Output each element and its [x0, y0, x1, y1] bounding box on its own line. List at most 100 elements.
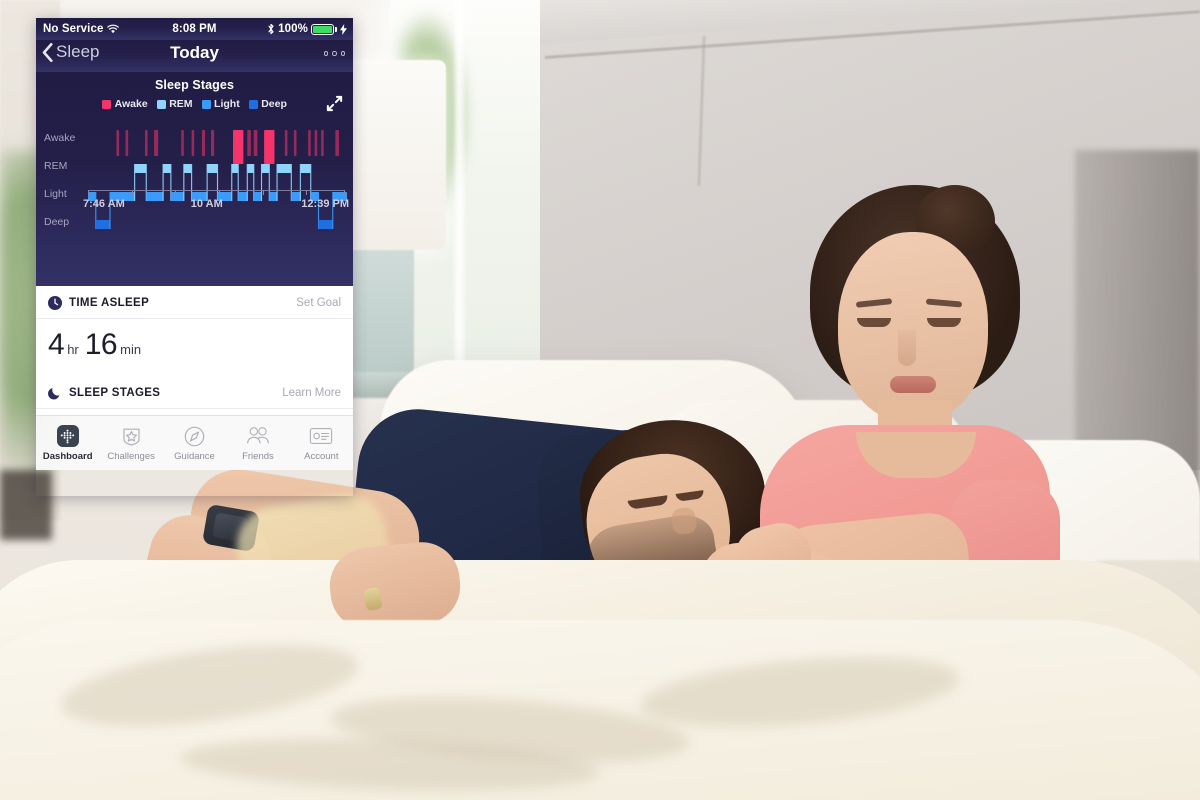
set-goal-link[interactable]: Set Goal	[296, 297, 341, 309]
awake-event	[144, 130, 148, 156]
stage-segment-rem	[134, 164, 147, 173]
nav-bar: Sleep Today	[36, 40, 353, 72]
y-tick-light: Light	[44, 188, 67, 200]
awake-event	[116, 130, 120, 156]
axis-tick	[343, 190, 345, 195]
battery-full-icon	[311, 23, 334, 35]
stage-segment-rem	[261, 164, 270, 173]
tab-label: Challenges	[107, 451, 155, 462]
tab-label: Guidance	[174, 451, 215, 462]
time-asleep-card: TIME ASLEEP Set Goal 4 hr 16 min	[36, 286, 353, 376]
tab-dashboard[interactable]: Dashboard	[36, 416, 99, 470]
tab-friends[interactable]: Friends	[226, 416, 289, 470]
stage-segment-deep	[95, 220, 111, 229]
x-tick-end: 12:39 PM	[301, 198, 349, 210]
awake-event	[233, 130, 244, 164]
awake-event	[308, 130, 311, 156]
battery-cap	[335, 26, 337, 32]
awake-event	[284, 130, 288, 156]
stage-segment-rem	[207, 164, 218, 173]
time-asleep-value: 4 hr 16 min	[36, 319, 353, 376]
lamp-base	[352, 250, 414, 390]
expand-arrows-icon[interactable]	[325, 94, 344, 113]
awake-event	[181, 130, 184, 156]
axis-tick	[306, 190, 308, 195]
x-tick-middle: 10 AM	[190, 198, 223, 210]
bottom-tab-bar: Dashboard Challenges Guidance Friends Accoun…	[36, 415, 353, 470]
sleep-stages-title: SLEEP STAGES	[69, 387, 161, 399]
woman-eye	[927, 318, 961, 327]
stage-segment-rem	[247, 164, 254, 173]
awake-event	[253, 130, 258, 156]
charging-bolt-icon	[340, 23, 347, 35]
hours-unit: hr	[67, 342, 79, 357]
minutes-unit: min	[120, 342, 142, 357]
star-badge-icon	[123, 428, 140, 446]
minutes-value: 16	[84, 328, 118, 361]
legend-label: REM	[169, 98, 193, 110]
legend-swatch-icon	[102, 99, 112, 109]
stage-segment-deep	[318, 220, 333, 229]
clock-icon	[48, 296, 62, 310]
axis-tick	[175, 190, 177, 195]
legend-item-awake: Awake	[102, 98, 148, 110]
page-title: Today	[170, 43, 219, 62]
chart-x-axis: 7:46 AM 10 AM 12:39 PM	[83, 190, 349, 216]
awake-event	[314, 130, 318, 156]
tab-account[interactable]: Account	[290, 416, 353, 470]
dot	[340, 51, 345, 56]
friends-icon	[247, 427, 269, 444]
legend-label: Deep	[261, 98, 287, 110]
sleep-stages-title-group: SLEEP STAGES	[48, 386, 160, 400]
legend-item-rem: REM	[156, 98, 193, 110]
star-badge-icon	[119, 424, 143, 448]
time-asleep-title-group: TIME ASLEEP	[48, 296, 149, 310]
legend-swatch-icon	[156, 99, 166, 109]
dot	[323, 51, 328, 56]
y-tick-awake: Awake	[44, 132, 76, 144]
friends-icon	[246, 424, 270, 448]
id-card-icon	[310, 428, 333, 444]
tab-label: Friends	[242, 451, 274, 462]
woman-eye	[857, 318, 891, 327]
tab-guidance[interactable]: Guidance	[163, 416, 226, 470]
chart-legend: Awake REM Light Deep	[36, 98, 353, 110]
awake-event	[191, 130, 195, 156]
hours-value: 4	[48, 328, 65, 361]
awake-event	[335, 130, 339, 156]
awake-event	[293, 130, 297, 156]
learn-more-link[interactable]: Learn More	[282, 387, 341, 399]
woman-lips	[890, 376, 936, 393]
more-dots-icon[interactable]	[323, 51, 345, 56]
hypnogram-plot: Awake REM Light Deep	[36, 128, 353, 236]
axis-tick	[88, 190, 89, 195]
dot	[332, 51, 337, 56]
y-tick-rem: REM	[44, 160, 68, 172]
awake-event	[247, 130, 251, 156]
sleep-stages-chart-card: Sleep Stages Awake REM Light Deep Awake REM…	[36, 72, 353, 286]
y-tick-deep: Deep	[44, 216, 70, 228]
battery-percent-label: 100%	[278, 23, 308, 35]
time-asleep-title: TIME ASLEEP	[69, 297, 150, 309]
axis-tick	[262, 190, 264, 195]
compass-icon	[183, 424, 207, 448]
awake-event	[264, 130, 275, 164]
bluetooth-icon	[268, 23, 274, 35]
legend-swatch-icon	[248, 99, 258, 109]
phone-screenshot-overlay: No Service 8:08 PM 100% Sleep Today Slee…	[36, 18, 353, 496]
chart-title: Sleep Stages	[154, 78, 234, 92]
sleep-stages-card: SLEEP STAGES Learn More	[36, 376, 353, 415]
woman-face	[838, 232, 988, 422]
tab-challenges[interactable]: Challenges	[99, 416, 162, 470]
stage-segment-rem	[183, 164, 192, 173]
tab-label: Dashboard	[42, 451, 93, 462]
dashboard-dots-icon	[56, 425, 79, 447]
stage-segment-rem	[300, 164, 311, 173]
x-tick-start: 7:46 AM	[83, 198, 125, 210]
awake-event	[154, 130, 159, 156]
awake-event	[125, 130, 129, 156]
legend-item-light: Light	[201, 98, 240, 110]
time-asleep-header: TIME ASLEEP Set Goal	[36, 286, 353, 319]
stage-segment-rem	[231, 164, 239, 173]
id-card-icon	[309, 424, 333, 448]
